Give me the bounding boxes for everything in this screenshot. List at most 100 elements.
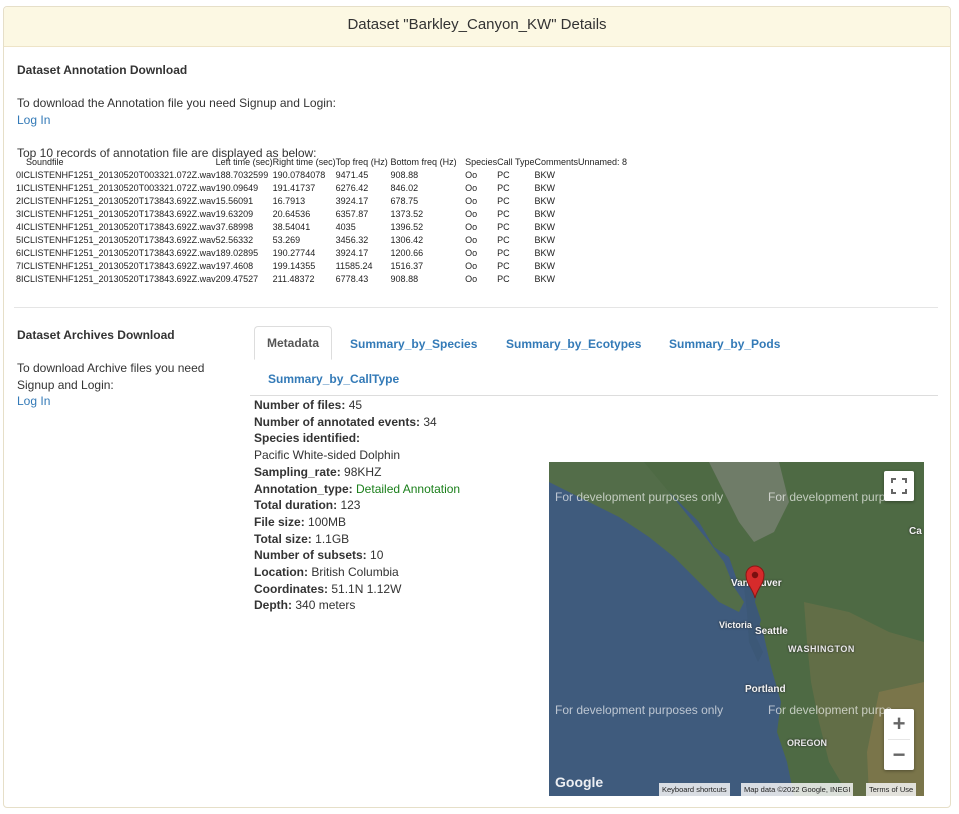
table-cell: BKW — [534, 208, 555, 219]
table-cell: Oo — [465, 247, 478, 258]
table-cell: 209.47527 — [215, 273, 259, 284]
map-label-oregon: OREGON — [787, 738, 828, 748]
table-cell: Oo — [465, 273, 478, 284]
table-cell: PC — [497, 260, 510, 271]
table-cell: ICLISTENHF1251_20130520T173843.692Z.wav — [21, 260, 216, 271]
fullscreen-icon[interactable] — [884, 471, 914, 501]
table-cell: BKW — [534, 182, 555, 193]
annotation-heading: Dataset Annotation Download — [17, 63, 188, 77]
column-header: Species — [465, 156, 498, 167]
table-cell: 1396.52 — [390, 221, 424, 232]
table-cell — [578, 168, 627, 181]
map-label-ca: Ca — [909, 526, 922, 537]
page-title: Dataset "Barkley_Canyon_KW" Details — [4, 7, 950, 47]
table-cell: 38.54041 — [272, 221, 311, 232]
metadata-panel: Number of files: 45 Number of annotated … — [254, 397, 460, 614]
table-cell: Oo — [465, 208, 478, 219]
table-cell: PC — [497, 169, 510, 180]
table-row: 2 ICLISTENHF1251_20130520T173843.692Z.wav… — [16, 194, 627, 207]
table-cell: 908.88 — [390, 169, 419, 180]
table-cell: ICLISTENHF1251_20130520T003321.072Z.wav — [21, 182, 216, 193]
tab-summary-by-ecotypes[interactable]: Summary_by_Ecotypes — [506, 337, 641, 351]
table-cell: 191.41737 — [272, 182, 316, 193]
archives-notice-line1: To download Archive files you need — [17, 361, 205, 375]
terms-of-use-link[interactable]: Terms of Use — [866, 783, 917, 796]
column-header: Unnamed: 8 — [578, 156, 628, 167]
table-cell: ICLISTENHF1251_20130520T003321.072Z.wav — [21, 169, 216, 180]
meta-events: Number of annotated events: 34 — [254, 414, 437, 429]
meta-species-label: Species identified: — [254, 431, 361, 446]
section-divider — [14, 307, 938, 308]
zoom-out-button[interactable]: − — [884, 740, 914, 770]
table-row: 8 ICLISTENHF1251_20130520T173843.692Z.wav… — [16, 272, 627, 285]
column-header: Bottom freq (Hz) — [390, 156, 457, 167]
tabs-baseline — [250, 395, 938, 396]
table-cell: PC — [497, 221, 510, 232]
table-cell: 678.75 — [390, 195, 419, 206]
table-cell: 4035 — [335, 221, 356, 232]
table-cell: 37.68998 — [215, 221, 254, 232]
table-cell: PC — [497, 247, 510, 258]
meta-files: Number of files: 45 — [254, 398, 363, 412]
zoom-control: + − — [884, 709, 914, 770]
table-cell: 211.48372 — [272, 273, 315, 284]
tab-summary-by-calltype[interactable]: Summary_by_CallType — [268, 372, 399, 386]
table-cell: 3924.17 — [335, 195, 369, 206]
table-cell: BKW — [534, 221, 555, 232]
column-header: Soundfile — [26, 156, 64, 167]
table-row: 5 ICLISTENHF1251_20130520T173843.692Z.wav… — [16, 233, 627, 246]
keyboard-shortcuts-link[interactable]: Keyboard shortcuts — [659, 783, 730, 796]
archives-login-link[interactable]: Log In — [17, 394, 50, 408]
table-cell: Oo — [465, 221, 478, 232]
table-cell: 6357.87 — [335, 208, 369, 219]
table-row: 6 ICLISTENHF1251_20130520T173843.692Z.wav… — [16, 246, 627, 259]
table-cell: 846.02 — [390, 182, 419, 193]
table-cell: 6276.42 — [335, 182, 369, 193]
table-cell: Oo — [465, 195, 478, 206]
column-header: Comments — [534, 156, 578, 167]
table-cell: ICLISTENHF1251_20130520T173843.692Z.wav — [21, 273, 216, 284]
dev-watermark-br: For development purpo — [768, 703, 893, 717]
zoom-in-button[interactable]: + — [884, 709, 914, 739]
dev-watermark-tr: For development purpo — [768, 490, 893, 504]
table-row: 0 ICLISTENHF1251_20130520T003321.072Z.wav… — [16, 168, 627, 181]
table-cell: 3924.17 — [335, 247, 369, 258]
table-cell: PC — [497, 208, 510, 219]
table-cell: BKW — [534, 247, 555, 258]
dev-watermark-tl: For development purposes only — [555, 490, 724, 504]
table-cell: 6778.43 — [335, 273, 369, 284]
column-header: Call Type — [497, 156, 535, 167]
table-header-row: Soundfile Left time (sec) Right time (sec)… — [16, 155, 627, 168]
table-cell: 52.56332 — [215, 234, 254, 245]
column-header: Top freq (Hz) — [335, 156, 388, 167]
map-marker-icon[interactable] — [745, 565, 765, 599]
table-cell — [578, 259, 627, 272]
table-cell — [578, 272, 627, 285]
google-logo[interactable]: Google — [555, 774, 603, 790]
tab-summary-by-species[interactable]: Summary_by_Species — [350, 337, 477, 351]
table-cell: 908.88 — [390, 273, 419, 284]
meta-sampling: Sampling_rate: 98KHZ — [254, 464, 382, 479]
table-cell: Oo — [465, 234, 478, 245]
annotation-login-link[interactable]: Log In — [17, 113, 50, 127]
tab-summary-by-pods[interactable]: Summary_by_Pods — [669, 337, 780, 351]
table-cell: BKW — [534, 169, 555, 180]
meta-subsets: Number of subsets: 10 — [254, 548, 384, 563]
table-cell: 1306.42 — [390, 234, 424, 245]
table-cell: 199.14355 — [272, 260, 316, 271]
table-cell: 1200.66 — [390, 247, 424, 258]
table-cell: BKW — [534, 260, 555, 271]
annotation-notice: To download the Annotation file you need… — [17, 96, 336, 110]
table-cell: Oo — [465, 169, 478, 180]
table-cell: 197.4608 — [215, 260, 254, 271]
map-label-washington: WASHINGTON — [788, 644, 855, 654]
table-cell: ICLISTENHF1251_20130520T173843.692Z.wav — [21, 195, 216, 206]
table-cell: PC — [497, 195, 510, 206]
location-map[interactable]: For development purposes only For develo… — [549, 462, 924, 796]
meta-duration: Total duration: 123 — [254, 498, 361, 513]
annotation-table: Soundfile Left time (sec) Right time (sec)… — [16, 155, 627, 285]
table-cell: 1516.37 — [390, 260, 424, 271]
tab-metadata[interactable]: Metadata — [254, 326, 333, 360]
table-row: 7 ICLISTENHF1251_20130520T173843.692Z.wav… — [16, 259, 627, 272]
table-cell: PC — [497, 273, 510, 284]
